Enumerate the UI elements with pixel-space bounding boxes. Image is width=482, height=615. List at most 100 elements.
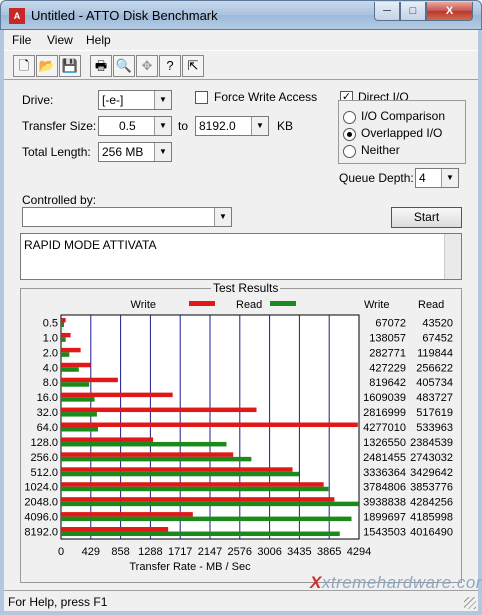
x-axis-label: Transfer Rate - MB / Sec xyxy=(129,561,251,573)
x-tick-label: 1717 xyxy=(168,546,192,558)
total-length-select[interactable]: 256 MB ▼ xyxy=(98,142,172,162)
read-bar xyxy=(61,397,95,402)
read-bar xyxy=(61,486,329,492)
write-bar xyxy=(61,467,293,472)
neither-label: Neither xyxy=(361,143,400,157)
io-comparison-radio[interactable] xyxy=(343,111,356,124)
transfer-to-select[interactable]: 8192.0 ▼ xyxy=(195,116,269,136)
drive-select[interactable]: [-e-] ▼ xyxy=(98,90,172,110)
notes-scrollbar[interactable] xyxy=(444,234,461,279)
overlapped-io-radio[interactable] xyxy=(343,128,356,141)
write-value: 282771 xyxy=(369,347,406,359)
read-bar xyxy=(61,427,99,432)
total-length-label: Total Length: xyxy=(22,145,91,159)
write-bar xyxy=(61,512,193,517)
controlled-by-select[interactable]: ▼ xyxy=(22,207,232,227)
write-value: 3784806 xyxy=(363,482,406,494)
neither-radio[interactable] xyxy=(343,145,356,158)
controlled-by-label: Controlled by: xyxy=(22,193,97,207)
write-bar xyxy=(61,332,71,338)
chevron-down-icon[interactable]: ▼ xyxy=(154,117,171,135)
read-bar xyxy=(61,516,352,522)
save-icon[interactable]: 💾 xyxy=(59,55,81,77)
print-preview-icon[interactable]: 🔍 xyxy=(113,55,135,77)
category-label: 16.0 xyxy=(37,392,58,404)
chevron-down-icon[interactable]: ▼ xyxy=(154,143,171,161)
write-value: 2816999 xyxy=(363,407,406,419)
menu-view[interactable]: View xyxy=(47,33,73,47)
new-icon[interactable]: 🗋 xyxy=(13,55,35,77)
read-value: 4016490 xyxy=(410,527,453,539)
notes-text: RAPID MODE ATTIVATA xyxy=(24,238,157,252)
atto-app-icon[interactable]: A xyxy=(9,8,25,24)
read-bar xyxy=(61,501,359,507)
title-bar[interactable]: A Untitled - ATTO Disk Benchmark ─ □ X xyxy=(0,0,482,30)
chevron-down-icon[interactable]: ▼ xyxy=(441,169,458,187)
read-bar xyxy=(61,382,90,387)
status-bar: For Help, press F1 xyxy=(4,590,478,611)
read-bar xyxy=(61,471,300,477)
x-tick-label: 2147 xyxy=(198,546,222,558)
read-value: 3429642 xyxy=(410,467,453,479)
write-value: 1326550 xyxy=(363,437,406,449)
chevron-down-icon[interactable]: ▼ xyxy=(214,208,231,226)
context-help-icon[interactable]: ⇱ xyxy=(182,55,204,77)
read-value: 483727 xyxy=(416,392,453,404)
drive-label: Drive: xyxy=(22,93,54,107)
write-bar xyxy=(61,422,358,427)
read-bar xyxy=(61,412,97,417)
write-value: 67072 xyxy=(375,317,406,329)
write-value: 1899697 xyxy=(363,512,406,524)
queue-depth-select[interactable]: 4 ▼ xyxy=(415,168,459,188)
chevron-down-icon[interactable]: ▼ xyxy=(154,91,171,109)
start-button[interactable]: Start xyxy=(391,207,462,228)
write-value: 3336364 xyxy=(363,467,406,479)
category-label: 4096.0 xyxy=(24,512,58,524)
x-tick-label: 3865 xyxy=(317,546,341,558)
chevron-down-icon[interactable]: ▼ xyxy=(251,117,268,135)
read-value: 3853776 xyxy=(410,482,453,494)
read-value: 517619 xyxy=(416,407,453,419)
category-label: 64.0 xyxy=(37,422,58,434)
legend-read-label: Read xyxy=(236,299,262,311)
write-bar xyxy=(61,527,169,532)
print-icon[interactable]: 🖶 xyxy=(90,55,112,77)
toolbar: 🗋 📂 💾 🖶 🔍 ✥ ? ⇱ xyxy=(4,50,478,80)
category-label: 0.5 xyxy=(43,317,58,329)
col-read-header: Read xyxy=(418,299,444,311)
legend-write-label: Write xyxy=(131,299,156,311)
read-value: 67452 xyxy=(422,332,453,344)
minimize-button[interactable]: ─ xyxy=(374,2,400,21)
col-write-header: Write xyxy=(364,299,389,311)
transfer-to-label: to xyxy=(178,119,189,133)
read-bar xyxy=(61,441,227,447)
menu-bar: File View Help xyxy=(4,30,478,50)
menu-help[interactable]: Help xyxy=(86,33,111,47)
read-value: 533963 xyxy=(416,422,453,434)
maximize-button[interactable]: □ xyxy=(400,2,426,21)
transfer-from-select[interactable]: 0.5 ▼ xyxy=(98,116,172,136)
read-bar xyxy=(61,531,340,537)
read-value: 43520 xyxy=(422,317,453,329)
status-text: For Help, press F1 xyxy=(8,595,108,609)
open-icon[interactable]: 📂 xyxy=(36,55,58,77)
write-bar xyxy=(61,452,234,457)
notes-textarea[interactable]: RAPID MODE ATTIVATA xyxy=(20,233,462,280)
category-label: 256.0 xyxy=(30,452,58,464)
help-icon[interactable]: ? xyxy=(159,55,181,77)
read-bar xyxy=(61,352,70,357)
io-comparison-label: I/O Comparison xyxy=(361,109,446,123)
legend-read-swatch xyxy=(270,301,296,306)
resize-grip[interactable] xyxy=(464,597,476,609)
write-value: 138057 xyxy=(369,332,406,344)
close-button[interactable]: X xyxy=(426,2,473,21)
write-bar xyxy=(61,317,66,323)
write-value: 3938838 xyxy=(363,497,406,509)
menu-file[interactable]: File xyxy=(12,33,31,47)
write-bar xyxy=(61,437,154,442)
move-icon[interactable]: ✥ xyxy=(136,55,158,77)
force-write-checkbox[interactable] xyxy=(195,91,208,104)
read-value: 4185998 xyxy=(410,512,453,524)
x-tick-label: 4294 xyxy=(347,546,371,558)
write-value: 819642 xyxy=(369,377,406,389)
